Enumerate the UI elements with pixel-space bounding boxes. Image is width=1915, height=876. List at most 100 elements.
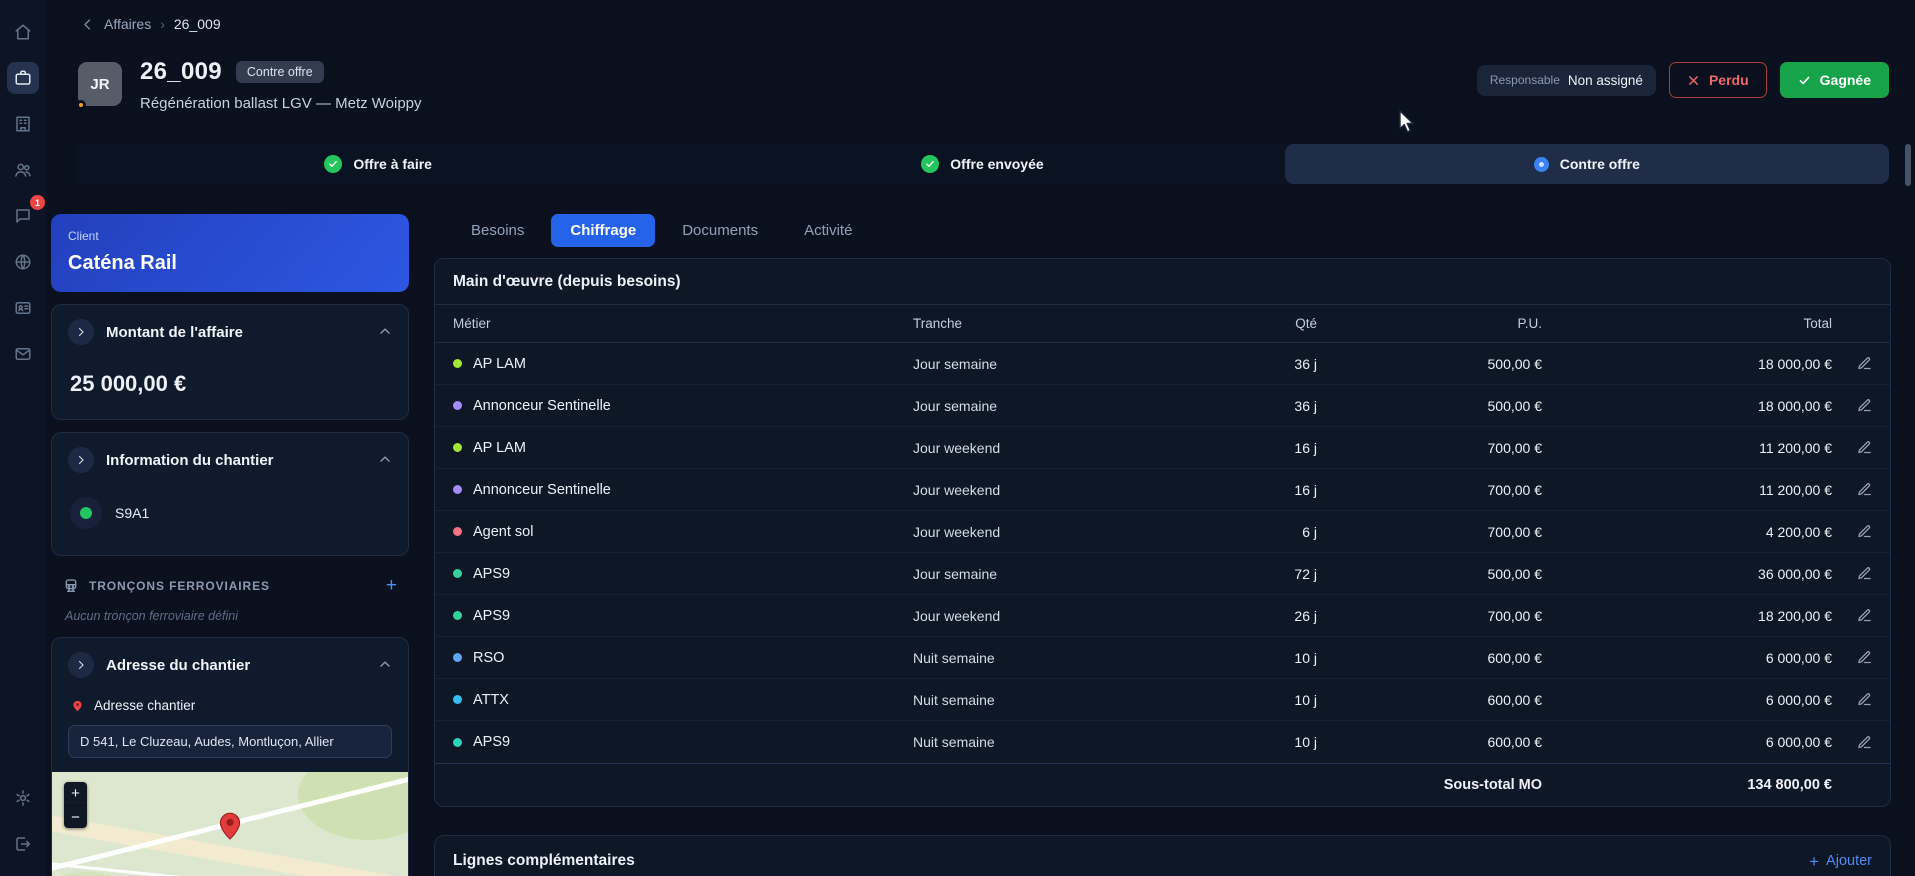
messages-chat-icon[interactable]: 1 [7,195,45,232]
expand-chevron-right-icon[interactable] [68,652,94,678]
breadcrumb-affaires[interactable]: Affaires [104,16,151,32]
nav-rail: 1 [0,0,46,876]
status-badge: Contre offre [235,61,324,83]
labor-tranche: Nuit semaine [913,691,995,708]
edit-pencil-icon[interactable] [1832,440,1872,455]
amount-card: Montant de l'affaire 25 000,00 € [51,304,409,420]
edit-pencil-icon[interactable] [1832,398,1872,413]
zoom-out-button[interactable]: − [64,805,87,828]
edit-pencil-icon[interactable] [1832,608,1872,623]
site-tag-row[interactable]: S9A1 [70,497,392,529]
edit-pencil-icon[interactable] [1832,524,1872,539]
presence-dot [76,100,86,110]
labor-unit-price: 600,00 € [1487,649,1543,666]
map-pin-icon [73,700,82,712]
metier-label: Annonceur Sentinelle [473,481,611,498]
pipeline-stage-contre-offre[interactable]: Contre offre [1284,144,1889,184]
address-field-label: Adresse chantier [94,698,196,713]
labor-qty: 16 j [1294,481,1317,498]
add-line-button[interactable]: + Ajouter [1809,853,1872,870]
labor-row: AP LAM Jour weekend 16 j 700,00 € 11 200… [435,427,1890,469]
responsable-chip[interactable]: Responsable Non assigné [1476,64,1656,96]
edit-pencil-icon[interactable] [1832,650,1872,665]
labor-unit-price: 700,00 € [1487,607,1543,624]
amount-card-title: Montant de l'affaire [106,323,243,341]
site-map[interactable]: + − [52,772,408,876]
main-column: Affaires › 26_009 JR 26_009 Contre offre… [46,0,1915,876]
avatar[interactable]: JR [78,62,122,106]
chevron-up-icon[interactable] [378,325,392,339]
subtotal-value: 134 800,00 € [1747,777,1832,793]
contacts-users-icon[interactable] [7,154,39,186]
edit-pencil-icon[interactable] [1832,735,1872,750]
labor-qty: 10 j [1294,734,1317,750]
labor-table-header: Métier Tranche Qté P.U. Total [435,305,1890,343]
labor-row: APS9 Jour semaine 72 j 500,00 € 36 000,0… [435,553,1890,595]
address-card: Adresse du chantier Adresse chantier D 5… [51,637,409,876]
labor-tranche: Nuit semaine [913,649,995,666]
labor-row: APS9 Nuit semaine 10 j 600,00 € 6 000,00… [435,721,1890,763]
labor-qty: 72 j [1294,565,1317,582]
labor-qty: 6 j [1302,523,1317,540]
labor-qty: 36 j [1294,397,1317,414]
tab-chiffrage[interactable]: Chiffrage [551,214,656,247]
metier-label: ATTX [473,691,509,708]
mail-icon[interactable] [7,338,39,370]
pipeline-stage-offre-a-faire[interactable]: Offre à faire [76,144,680,184]
lost-button[interactable]: Perdu [1668,62,1767,98]
zoom-in-button[interactable]: + [64,782,87,805]
logout-icon[interactable] [7,828,39,860]
labor-total: 6 000,00 € [1765,649,1832,666]
labor-tranche: Jour weekend [913,607,1001,624]
pipeline-stage-offre-envoyee[interactable]: Offre envoyée [680,144,1284,184]
plus-icon: + [1809,851,1820,871]
address-card-title: Adresse du chantier [106,656,251,674]
home-icon[interactable] [7,16,39,48]
won-button[interactable]: Gagnée [1779,62,1889,98]
labor-total: 36 000,00 € [1758,565,1832,582]
responsable-label: Responsable [1489,73,1560,87]
tab-documents[interactable]: Documents [663,214,777,247]
site-info-title: Information du chantier [106,451,274,469]
companies-building-icon[interactable] [7,108,39,140]
deals-briefcase-icon[interactable] [7,62,39,94]
client-label: Client [68,229,99,243]
expand-chevron-right-icon[interactable] [68,447,94,473]
add-troncon-button[interactable]: + [380,576,403,595]
metier-color-dot [453,485,462,494]
metier-label: RSO [473,649,505,666]
metier-color-dot [453,569,462,578]
responsable-value: Non assigné [1567,72,1643,88]
edit-pencil-icon[interactable] [1832,356,1872,371]
address-input[interactable] [68,725,392,758]
troncons-title: TRONÇONS FERROVIAIRES [89,578,270,593]
id-card-icon[interactable] [7,292,39,324]
geo-globe-icon[interactable] [7,246,39,278]
page-title: 26_009 [140,58,222,85]
col-qty: Qté [1295,316,1317,331]
back-chevron-icon[interactable] [80,17,95,32]
edit-pencil-icon[interactable] [1832,692,1872,707]
client-name: Caténa Rail [68,252,177,274]
extra-lines-card: Lignes complémentaires + Ajouter [434,835,1891,876]
expand-chevron-right-icon[interactable] [68,319,94,345]
labor-tranche: Jour weekend [913,523,1001,540]
labor-table-card: Main d'œuvre (depuis besoins) Métier Tra… [434,258,1891,807]
labor-tranche: Jour semaine [913,355,998,372]
labor-tranche: Jour weekend [913,481,1001,498]
tab-activite[interactable]: Activité [785,214,871,247]
chevron-up-icon[interactable] [378,658,392,672]
labor-total: 11 200,00 € [1759,481,1832,498]
check-icon [1799,76,1810,84]
edit-pencil-icon[interactable] [1832,566,1872,581]
client-card[interactable]: Client Caténa Rail [51,214,409,292]
map-zoom-control: + − [64,782,87,828]
labor-qty: 36 j [1294,355,1317,372]
edit-pencil-icon[interactable] [1832,482,1872,497]
settings-gear-icon[interactable] [7,782,39,814]
scrollbar-thumb[interactable] [1905,144,1911,186]
chevron-up-icon[interactable] [378,453,392,467]
labor-total: 6 000,00 € [1765,691,1832,708]
tab-besoins[interactable]: Besoins [452,214,543,247]
metier-label: AP LAM [473,355,526,372]
